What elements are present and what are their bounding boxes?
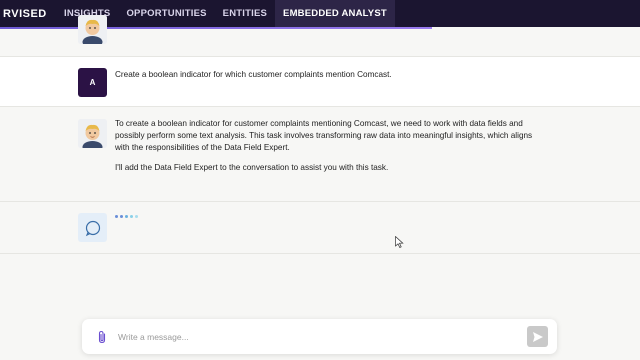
assistant-message-paragraph: To create a boolean indicator for custom… [115,119,533,152]
send-icon [532,331,543,342]
typing-dot [130,215,133,218]
user-message-text: Create a boolean indicator for which cus… [115,70,392,79]
assistant-avatar-icon [78,15,107,44]
typing-dot [125,215,128,218]
message-row-thinking [0,202,640,254]
tab-embedded-analyst[interactable]: EMBEDDED ANALYST [275,0,395,27]
user-avatar-icon: A [78,68,107,97]
message-row-user: A Create a boolean indicator for which c… [0,57,640,107]
message-row-previous [0,15,640,57]
message-row-assistant: To create a boolean indicator for custom… [0,107,640,202]
typing-indicator [115,215,138,218]
brand-logo[interactable]: RVISED [0,8,56,20]
message-input[interactable] [118,331,527,342]
tab-entities[interactable]: ENTITIES [215,0,275,27]
paperclip-icon[interactable] [96,330,108,344]
assistant-avatar-icon [78,119,107,148]
tab-opportunities[interactable]: OPPORTUNITIES [118,0,214,27]
thinking-bubble-icon [78,213,107,242]
send-button[interactable] [527,326,548,347]
message-composer [82,319,557,354]
typing-dot [120,215,123,218]
typing-dot [115,215,118,218]
assistant-message: To create a boolean indicator for custom… [115,118,535,182]
assistant-message-paragraph: I'll add the Data Field Expert to the co… [115,163,389,172]
typing-dot [135,215,138,218]
mouse-cursor-icon [395,236,404,248]
